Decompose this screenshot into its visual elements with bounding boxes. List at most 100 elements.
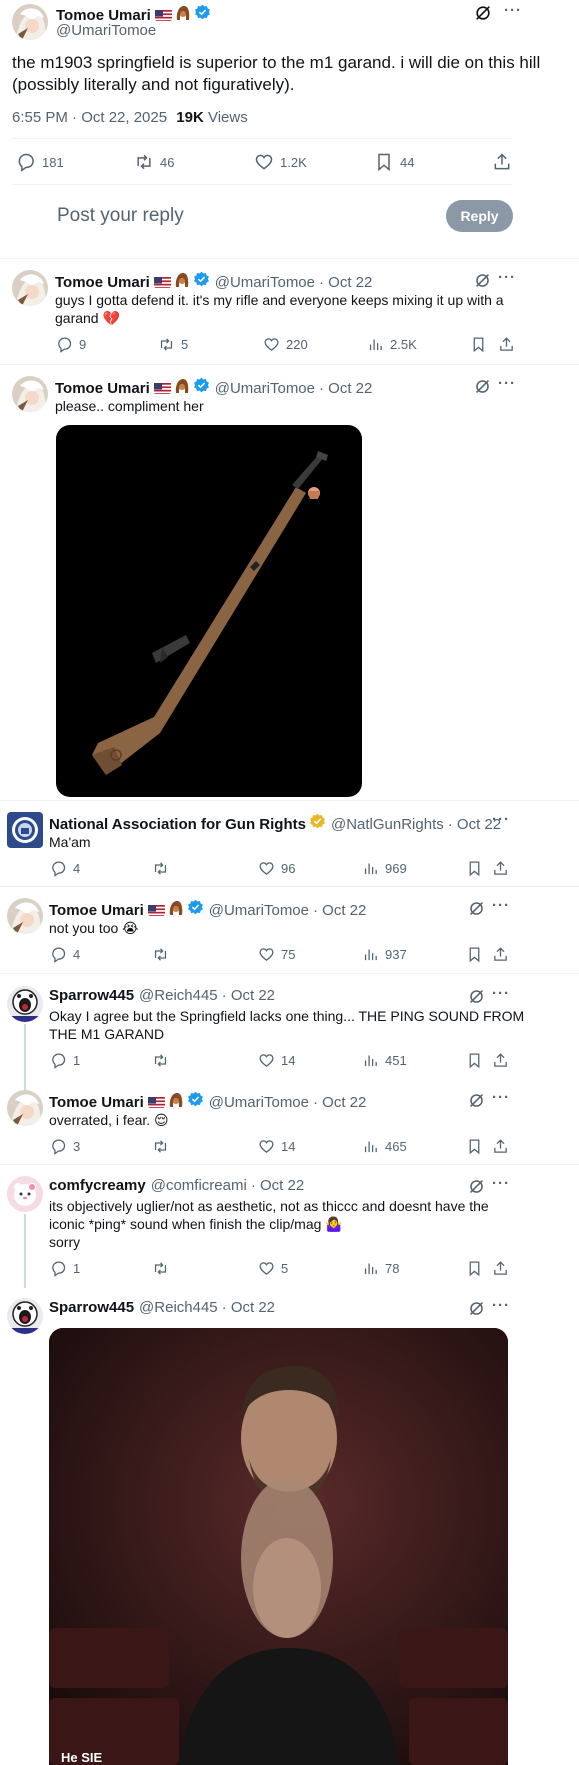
repost-button[interactable] [152, 1138, 175, 1155]
author-name[interactable]: Tomoe Umari [55, 380, 150, 397]
post-date[interactable]: · Oct 22 [313, 902, 366, 919]
share-button[interactable] [492, 1260, 515, 1277]
bookmark-button[interactable] [466, 1138, 489, 1155]
gif-media[interactable]: He SIE [49, 1328, 508, 1765]
repost-button[interactable] [152, 1260, 175, 1277]
share-button[interactable] [498, 336, 521, 353]
avatar-nagr[interactable] [7, 812, 43, 848]
post-date[interactable]: · Oct 22 [251, 1177, 304, 1194]
grok-icon[interactable] [468, 1300, 485, 1322]
author-name[interactable]: Sparrow445 [49, 1299, 134, 1316]
views-button[interactable]: 969 [362, 860, 407, 877]
reply-input[interactable]: Post your reply [57, 205, 184, 227]
like-button[interactable]: 1.2K [254, 152, 307, 172]
views-button[interactable]: 78 [362, 1260, 399, 1277]
author-handle[interactable]: @comficreami [151, 1177, 247, 1194]
post-date[interactable]: · Oct 22 [222, 1299, 275, 1316]
views-button[interactable]: 465 [362, 1138, 407, 1155]
bookmark-button[interactable] [466, 860, 489, 877]
bookmark-button[interactable] [466, 946, 489, 963]
repost-button[interactable]: 46 [134, 152, 174, 172]
repost-button[interactable]: 5 [158, 336, 188, 353]
author-handle[interactable]: @UmariTomoe [215, 274, 315, 291]
author-name[interactable]: Tomoe Umari [49, 1094, 144, 1111]
avatar-comfycreamy[interactable] [7, 1176, 43, 1212]
post-date[interactable]: · Oct 22 [313, 1094, 366, 1111]
avatar-tomoe[interactable] [12, 270, 48, 306]
repost-button[interactable] [152, 946, 175, 963]
author-handle[interactable]: @NatlGunRights [331, 816, 444, 833]
views-button[interactable]: 2.5K [367, 336, 417, 353]
reply-submit-button[interactable]: Reply [446, 200, 513, 232]
share-button[interactable] [492, 1138, 515, 1155]
timestamp[interactable]: 6:55 PM · Oct 22, 2025 [12, 109, 167, 126]
repost-button[interactable] [152, 860, 175, 877]
avatar-sparrow[interactable] [7, 986, 43, 1022]
like-button[interactable]: 220 [263, 336, 308, 353]
author-name[interactable]: Tomoe Umari [56, 7, 151, 24]
avatar-sparrow[interactable] [7, 1298, 43, 1334]
rifle-image[interactable] [56, 425, 362, 797]
like-button[interactable]: 75 [258, 946, 295, 963]
more-options-icon[interactable]: ··· [498, 375, 516, 392]
share-button[interactable] [492, 946, 515, 963]
more-options-icon[interactable]: ··· [498, 269, 516, 286]
avatar-tomoe[interactable] [12, 376, 48, 412]
reply-actions: 4 75 937 [0, 946, 579, 968]
reply-text-line1: guys I gotta defend it. it's my rifle an… [55, 292, 504, 308]
bookmark-button[interactable] [466, 1052, 489, 1069]
post-date[interactable]: · Oct 22 [222, 987, 275, 1004]
author-name[interactable]: comfycreamy [49, 1177, 146, 1194]
author-handle[interactable]: @Reich445 [139, 987, 218, 1004]
more-options-icon[interactable]: ··· [492, 1089, 510, 1106]
more-options-icon[interactable]: ··· [504, 2, 522, 19]
author-handle[interactable]: @UmariTomoe [215, 380, 315, 397]
grok-icon[interactable] [468, 900, 485, 922]
reply-button[interactable]: 181 [16, 152, 64, 172]
repost-button[interactable] [152, 1052, 175, 1069]
author-handle[interactable]: @Reich445 [139, 1299, 218, 1316]
author-handle[interactable]: @UmariTomoe [209, 902, 309, 919]
share-button[interactable] [492, 860, 515, 877]
avatar-tomoe[interactable] [7, 898, 43, 934]
reply-text-line1: not you too 😭 [49, 920, 139, 936]
author-handle[interactable]: @UmariTomoe [209, 1094, 309, 1111]
avatar-tomoe[interactable] [12, 4, 48, 40]
like-button[interactable]: 96 [258, 860, 295, 877]
grok-icon[interactable] [474, 4, 492, 27]
gold-verified-badge-icon [309, 813, 326, 835]
author-name[interactable]: Tomoe Umari [49, 902, 144, 919]
more-options-icon[interactable]: ··· [492, 1297, 510, 1314]
post-date[interactable]: · Oct 22 [319, 274, 372, 291]
share-button[interactable] [492, 152, 518, 172]
reply-button[interactable]: 3 [50, 1138, 80, 1155]
author-handle[interactable]: @UmariTomoe [56, 22, 156, 39]
reply-button[interactable]: 4 [50, 946, 80, 963]
reply-button[interactable]: 4 [50, 860, 80, 877]
avatar-tomoe[interactable] [7, 1090, 43, 1126]
grok-icon[interactable] [468, 1092, 485, 1114]
reply-button[interactable]: 9 [56, 336, 86, 353]
author-name[interactable]: Tomoe Umari [55, 274, 150, 291]
views-button[interactable]: 451 [362, 1052, 407, 1069]
bookmark-button[interactable]: 44 [374, 152, 414, 172]
like-button[interactable]: 14 [258, 1138, 295, 1155]
bookmark-button[interactable] [470, 336, 493, 353]
like-button[interactable]: 14 [258, 1052, 295, 1069]
reply-button[interactable]: 1 [50, 1260, 80, 1277]
more-options-icon[interactable]: ··· [492, 1175, 510, 1192]
more-options-icon[interactable]: ··· [492, 897, 510, 914]
bookmark-icon [469, 1053, 480, 1069]
reply-button[interactable]: 1 [50, 1052, 80, 1069]
bookmark-button[interactable] [466, 1260, 489, 1277]
more-options-icon[interactable]: ··· [492, 811, 510, 828]
views-button[interactable]: 937 [362, 946, 407, 963]
grok-icon[interactable] [474, 378, 491, 400]
author-name[interactable]: Sparrow445 [49, 987, 134, 1004]
verified-badge-icon [187, 899, 204, 921]
share-button[interactable] [492, 1052, 515, 1069]
more-options-icon[interactable]: ··· [492, 985, 510, 1002]
like-button[interactable]: 5 [258, 1260, 288, 1277]
author-name[interactable]: National Association for Gun Rights [49, 816, 306, 833]
post-date[interactable]: · Oct 22 [319, 380, 372, 397]
